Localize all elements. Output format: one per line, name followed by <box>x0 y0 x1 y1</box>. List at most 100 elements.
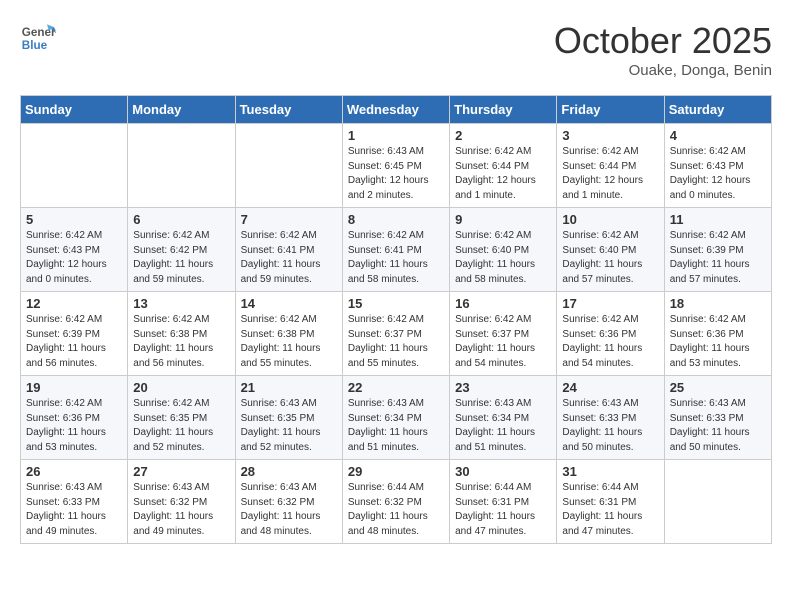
weekday-header-thursday: Thursday <box>450 96 557 124</box>
day-info: Sunrise: 6:42 AM Sunset: 6:42 PM Dayligh… <box>133 229 229 287</box>
day-number: 5 <box>26 212 122 227</box>
day-number: 28 <box>241 464 337 479</box>
day-info: Sunrise: 6:43 AM Sunset: 6:34 PM Dayligh… <box>348 397 444 455</box>
day-number: 23 <box>455 380 551 395</box>
logo: General Blue <box>20 20 56 56</box>
month-title: October 2025 <box>554 20 772 62</box>
calendar-cell: 31 Sunrise: 6:44 AM Sunset: 6:31 PM Dayli… <box>557 460 664 544</box>
day-info: Sunrise: 6:43 AM Sunset: 6:34 PM Dayligh… <box>455 397 551 455</box>
day-info: Sunrise: 6:42 AM Sunset: 6:37 PM Dayligh… <box>348 313 444 371</box>
calendar-cell: 9Sunrise: 6:42 AM Sunset: 6:40 PM Daylig… <box>450 208 557 292</box>
calendar-cell: 10Sunrise: 6:42 AM Sunset: 6:40 PM Dayli… <box>557 208 664 292</box>
day-number: 25 <box>670 380 766 395</box>
calendar-cell: 4Sunrise: 6:42 AM Sunset: 6:43 PM Daylig… <box>664 124 771 208</box>
calendar-cell: 28 Sunrise: 6:43 AM Sunset: 6:32 PM Dayli… <box>235 460 342 544</box>
calendar-week-row: 1 Sunrise: 6:43 AM Sunset: 6:45 PM Daylig… <box>21 124 772 208</box>
weekday-header-friday: Friday <box>557 96 664 124</box>
day-info: Sunrise: 6:44 AM Sunset: 6:31 PM Dayligh… <box>455 481 551 539</box>
day-number: 11 <box>670 212 766 227</box>
day-number: 19 <box>26 380 122 395</box>
day-info: Sunrise: 6:42 AM Sunset: 6:40 PM Dayligh… <box>562 229 658 287</box>
day-info: Sunrise: 6:42 AM Sunset: 6:37 PM Dayligh… <box>455 313 551 371</box>
calendar-cell: 2 Sunrise: 6:42 AM Sunset: 6:44 PM Daylig… <box>450 124 557 208</box>
calendar-cell: 24 Sunrise: 6:43 AM Sunset: 6:33 PM Dayli… <box>557 376 664 460</box>
day-info: Sunrise: 6:44 AM Sunset: 6:31 PM Dayligh… <box>562 481 658 539</box>
calendar-cell: 26 Sunrise: 6:43 AM Sunset: 6:33 PM Dayli… <box>21 460 128 544</box>
calendar-cell: 8Sunrise: 6:42 AM Sunset: 6:41 PM Daylig… <box>342 208 449 292</box>
day-info: Sunrise: 6:42 AM Sunset: 6:44 PM Dayligh… <box>562 145 658 203</box>
day-number: 14 <box>241 296 337 311</box>
day-info: Sunrise: 6:43 AM Sunset: 6:45 PM Dayligh… <box>348 145 444 203</box>
calendar-cell: 30 Sunrise: 6:44 AM Sunset: 6:31 PM Dayli… <box>450 460 557 544</box>
page-header: General Blue October 2025 Ouake, Donga, … <box>20 20 772 79</box>
day-info: Sunrise: 6:43 AM Sunset: 6:33 PM Dayligh… <box>562 397 658 455</box>
calendar-cell: 3Sunrise: 6:42 AM Sunset: 6:44 PM Daylig… <box>557 124 664 208</box>
calendar-cell: 6Sunrise: 6:42 AM Sunset: 6:42 PM Daylig… <box>128 208 235 292</box>
calendar-cell: 23 Sunrise: 6:43 AM Sunset: 6:34 PM Dayli… <box>450 376 557 460</box>
day-number: 1 <box>348 128 444 143</box>
day-number: 26 <box>26 464 122 479</box>
calendar-cell: 25 Sunrise: 6:43 AM Sunset: 6:33 PM Dayli… <box>664 376 771 460</box>
location-subtitle: Ouake, Donga, Benin <box>554 62 772 79</box>
day-number: 17 <box>562 296 658 311</box>
calendar-cell: 16 Sunrise: 6:42 AM Sunset: 6:37 PM Dayli… <box>450 292 557 376</box>
svg-text:Blue: Blue <box>22 39 48 52</box>
day-info: Sunrise: 6:43 AM Sunset: 6:32 PM Dayligh… <box>241 481 337 539</box>
calendar-cell: 5 Sunrise: 6:42 AM Sunset: 6:43 PM Daylig… <box>21 208 128 292</box>
title-block: October 2025 Ouake, Donga, Benin <box>554 20 772 79</box>
day-info: Sunrise: 6:42 AM Sunset: 6:38 PM Dayligh… <box>133 313 229 371</box>
calendar-cell <box>128 124 235 208</box>
day-number: 2 <box>455 128 551 143</box>
day-number: 16 <box>455 296 551 311</box>
calendar-cell: 7 Sunrise: 6:42 AM Sunset: 6:41 PM Daylig… <box>235 208 342 292</box>
day-number: 21 <box>241 380 337 395</box>
day-number: 30 <box>455 464 551 479</box>
day-info: Sunrise: 6:42 AM Sunset: 6:39 PM Dayligh… <box>26 313 122 371</box>
calendar-cell: 29Sunrise: 6:44 AM Sunset: 6:32 PM Dayli… <box>342 460 449 544</box>
day-info: Sunrise: 6:43 AM Sunset: 6:35 PM Dayligh… <box>241 397 337 455</box>
calendar-cell: 22 Sunrise: 6:43 AM Sunset: 6:34 PM Dayli… <box>342 376 449 460</box>
calendar-cell: 27 Sunrise: 6:43 AM Sunset: 6:32 PM Dayli… <box>128 460 235 544</box>
day-info: Sunrise: 6:42 AM Sunset: 6:41 PM Dayligh… <box>241 229 337 287</box>
logo-icon: General Blue <box>20 20 56 56</box>
calendar-cell: 13 Sunrise: 6:42 AM Sunset: 6:38 PM Dayli… <box>128 292 235 376</box>
calendar-cell <box>235 124 342 208</box>
weekday-header-row: SundayMondayTuesdayWednesdayThursdayFrid… <box>21 96 772 124</box>
weekday-header-tuesday: Tuesday <box>235 96 342 124</box>
day-info: Sunrise: 6:43 AM Sunset: 6:33 PM Dayligh… <box>670 397 766 455</box>
day-info: Sunrise: 6:42 AM Sunset: 6:36 PM Dayligh… <box>562 313 658 371</box>
day-info: Sunrise: 6:43 AM Sunset: 6:33 PM Dayligh… <box>26 481 122 539</box>
calendar-week-row: 19Sunrise: 6:42 AM Sunset: 6:36 PM Dayli… <box>21 376 772 460</box>
day-number: 7 <box>241 212 337 227</box>
day-info: Sunrise: 6:42 AM Sunset: 6:44 PM Dayligh… <box>455 145 551 203</box>
calendar-cell: 11 Sunrise: 6:42 AM Sunset: 6:39 PM Dayli… <box>664 208 771 292</box>
calendar-cell: 1 Sunrise: 6:43 AM Sunset: 6:45 PM Daylig… <box>342 124 449 208</box>
day-number: 18 <box>670 296 766 311</box>
calendar-cell: 20Sunrise: 6:42 AM Sunset: 6:35 PM Dayli… <box>128 376 235 460</box>
day-info: Sunrise: 6:42 AM Sunset: 6:38 PM Dayligh… <box>241 313 337 371</box>
day-number: 8 <box>348 212 444 227</box>
day-number: 9 <box>455 212 551 227</box>
day-number: 20 <box>133 380 229 395</box>
calendar-table: SundayMondayTuesdayWednesdayThursdayFrid… <box>20 95 772 544</box>
day-info: Sunrise: 6:42 AM Sunset: 6:36 PM Dayligh… <box>670 313 766 371</box>
day-info: Sunrise: 6:42 AM Sunset: 6:43 PM Dayligh… <box>26 229 122 287</box>
calendar-cell <box>21 124 128 208</box>
weekday-header-wednesday: Wednesday <box>342 96 449 124</box>
calendar-cell: 19Sunrise: 6:42 AM Sunset: 6:36 PM Dayli… <box>21 376 128 460</box>
weekday-header-sunday: Sunday <box>21 96 128 124</box>
day-info: Sunrise: 6:43 AM Sunset: 6:32 PM Dayligh… <box>133 481 229 539</box>
day-number: 27 <box>133 464 229 479</box>
day-info: Sunrise: 6:42 AM Sunset: 6:39 PM Dayligh… <box>670 229 766 287</box>
weekday-header-monday: Monday <box>128 96 235 124</box>
calendar-week-row: 26 Sunrise: 6:43 AM Sunset: 6:33 PM Dayli… <box>21 460 772 544</box>
day-number: 22 <box>348 380 444 395</box>
calendar-cell: 15 Sunrise: 6:42 AM Sunset: 6:37 PM Dayli… <box>342 292 449 376</box>
day-number: 24 <box>562 380 658 395</box>
day-number: 15 <box>348 296 444 311</box>
calendar-cell: 14 Sunrise: 6:42 AM Sunset: 6:38 PM Dayli… <box>235 292 342 376</box>
day-number: 31 <box>562 464 658 479</box>
weekday-header-saturday: Saturday <box>664 96 771 124</box>
day-number: 13 <box>133 296 229 311</box>
day-info: Sunrise: 6:42 AM Sunset: 6:43 PM Dayligh… <box>670 145 766 203</box>
